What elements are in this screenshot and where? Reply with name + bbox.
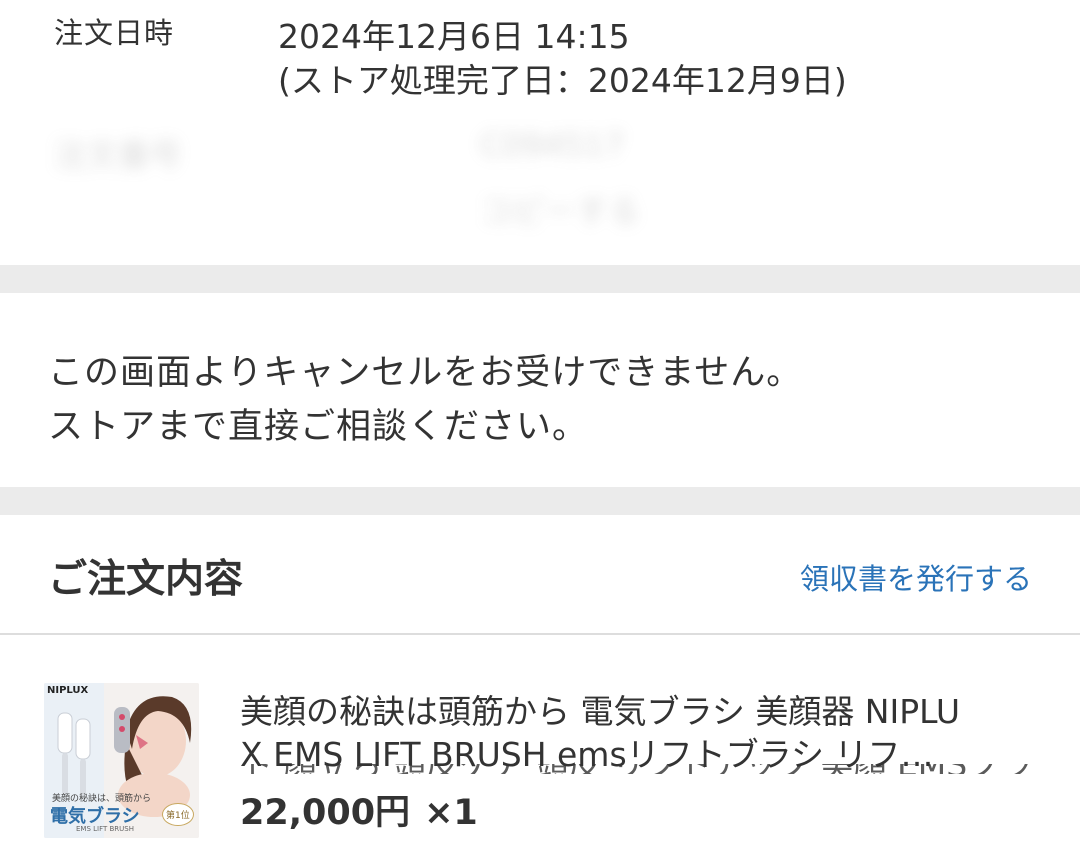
quantity: ×1 xyxy=(424,793,478,833)
product-thumbnail[interactable]: NIPLUX 美顔の秘訣は、頭筋から 電気ブラシ 第1位 EMS LIFT BR… xyxy=(44,683,199,838)
thumb-badge: 第1位 xyxy=(162,803,194,826)
thumb-brand: NIPLUX xyxy=(47,685,89,696)
cancel-notice-line1: この画面よりキャンセルをお受けできません。 xyxy=(48,353,803,393)
divider xyxy=(0,633,1080,635)
store-complete-date: (ストア処理完了日：2024年12月9日) xyxy=(278,61,847,100)
order-number-label: 注文番号 xyxy=(54,136,183,174)
order-date-value: 2024年12月6日 14:15 xyxy=(278,17,630,56)
issue-receipt-link[interactable]: 領収書を発行する xyxy=(800,556,1032,598)
price-value: 22,000円 xyxy=(240,793,411,833)
order-contents-title: ご注文内容 xyxy=(48,557,244,602)
product-price: 22,000円 ×1 xyxy=(240,784,478,835)
order-number-value: C094517 xyxy=(480,126,625,164)
product-title-line1[interactable]: 美顔の秘訣は頭筋から 電気ブラシ 美顔器 NIPLU xyxy=(240,685,960,733)
cancel-notice-line2: ストアまで直接ご相談ください。 xyxy=(48,407,589,447)
section-gap xyxy=(0,265,1080,293)
copy-order-number[interactable]: コピーする xyxy=(480,186,640,232)
order-date-label: 注文日時 xyxy=(54,16,175,50)
thumb-sub: EMS LIFT BRUSH xyxy=(76,825,134,833)
section-gap xyxy=(0,487,1080,515)
product-title-overflow: ト 顔立ち 頭皮ケア 頭皮 リフトアップ 美顔 EMSブラシ xyxy=(240,764,1030,774)
